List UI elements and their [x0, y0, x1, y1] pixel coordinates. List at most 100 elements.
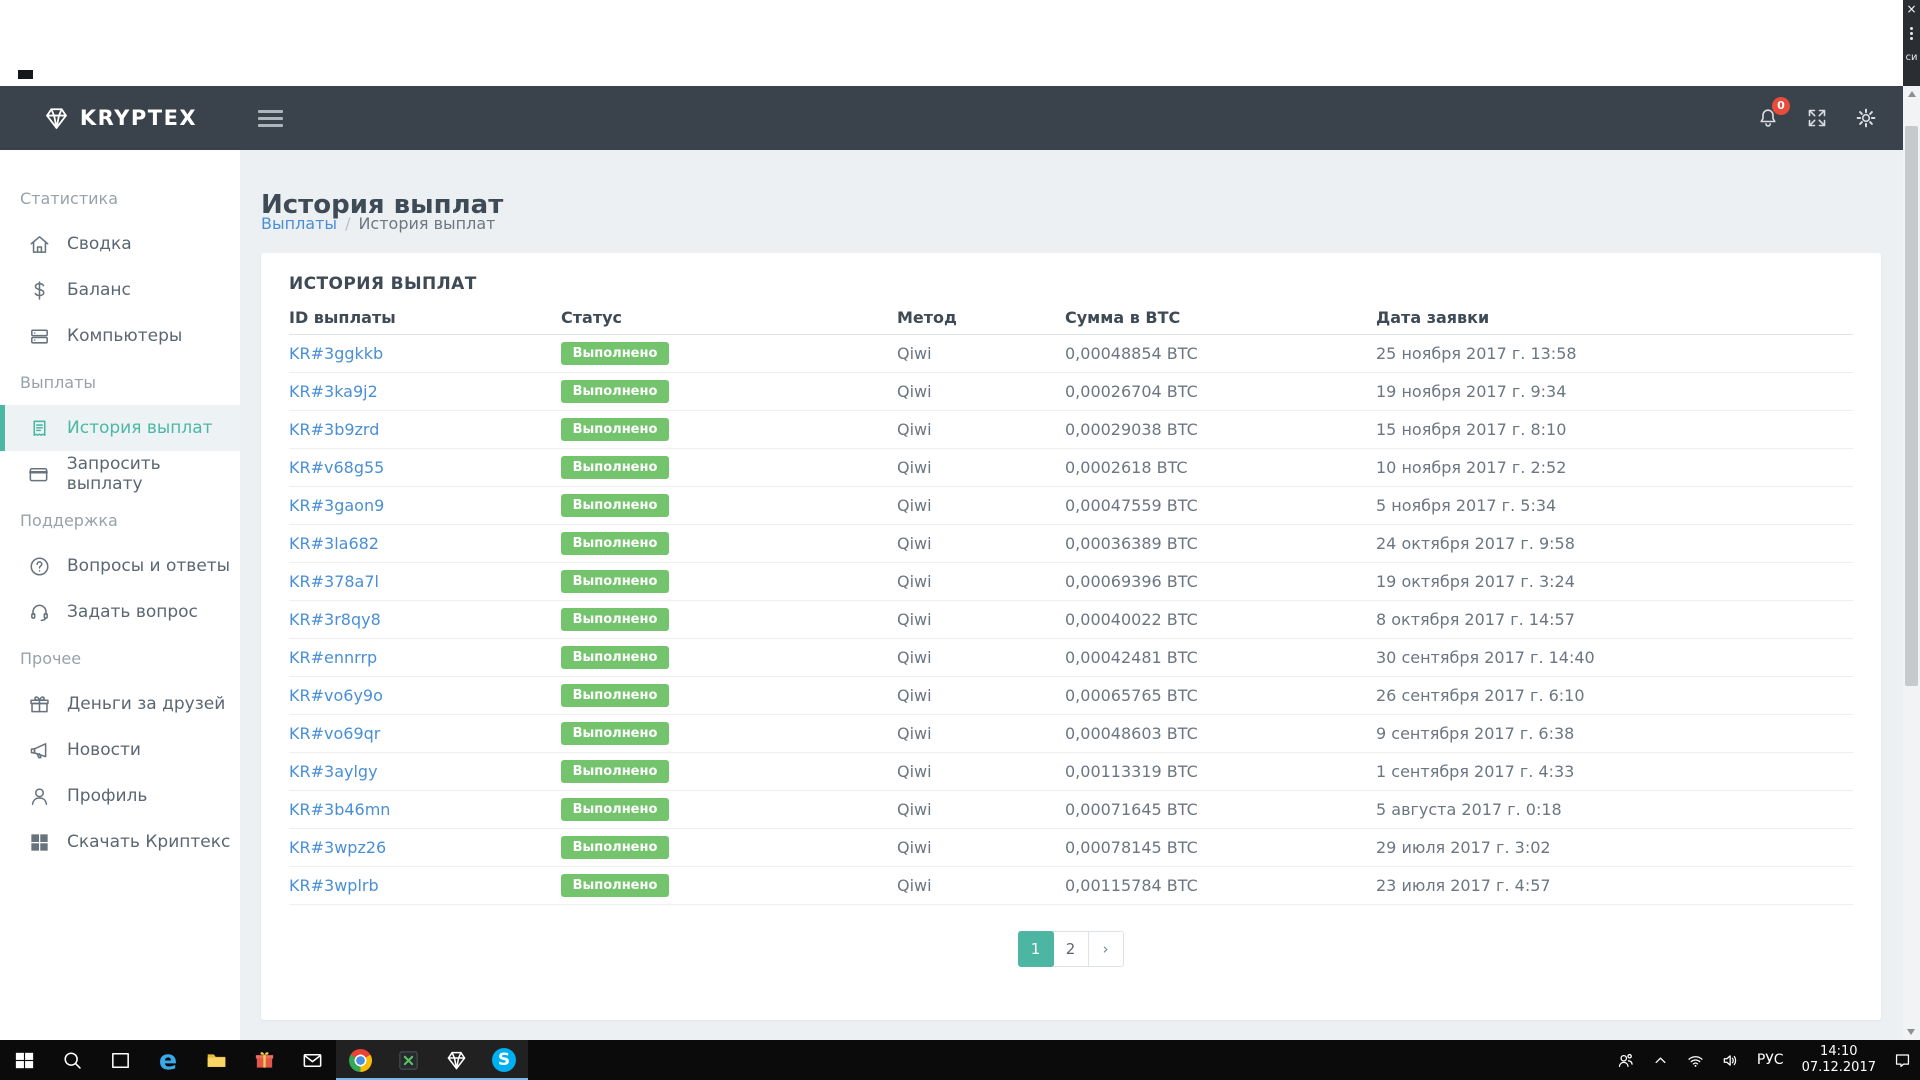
- payout-id-link[interactable]: KR#3gaon9: [289, 496, 384, 515]
- amount-cell: 0,00048854 BTC: [1065, 344, 1376, 363]
- kryptex-diamond-icon: [43, 105, 70, 132]
- method-cell: Qiwi: [897, 344, 1065, 363]
- pagination-page-1[interactable]: 1: [1018, 931, 1054, 967]
- action-center-button[interactable]: [1885, 1040, 1920, 1080]
- column-header-amount: Сумма в BTC: [1065, 308, 1376, 327]
- tray-volume-button[interactable]: [1713, 1040, 1748, 1080]
- payout-id-link[interactable]: KR#3b9zrd: [289, 420, 379, 439]
- vertical-scrollbar[interactable]: [1903, 86, 1920, 1040]
- payout-row: KR#3la682 Выполнено Qiwi 0,00036389 BTC …: [289, 525, 1853, 563]
- payout-row: KR#v68g55 Выполнено Qiwi 0,0002618 BTC 1…: [289, 449, 1853, 487]
- breadcrumb-payouts-link[interactable]: Выплаты: [261, 214, 337, 233]
- payout-id-link[interactable]: KR#vo69qr: [289, 724, 380, 743]
- home-icon: [27, 232, 51, 256]
- date-cell: 9 сентября 2017 г. 6:38: [1376, 724, 1853, 743]
- taskbar-edge-icon[interactable]: e: [144, 1040, 192, 1080]
- receipt-icon: [27, 416, 51, 440]
- scrollbar-thumb[interactable]: [1905, 126, 1918, 686]
- tray-network-button[interactable]: [1678, 1040, 1713, 1080]
- notification-badge: 0: [1772, 97, 1790, 115]
- payout-history-card: ИСТОРИЯ ВЫПЛАТ ID выплаты Статус Метод С…: [261, 253, 1881, 1020]
- payout-id-link[interactable]: KR#378a7l: [289, 572, 379, 591]
- payout-id-link[interactable]: KR#ennrrp: [289, 648, 377, 667]
- method-cell: Qiwi: [897, 496, 1065, 515]
- taskbar-clock[interactable]: 14:10 07.12.2017: [1793, 1040, 1885, 1080]
- clock-time: 14:10: [1820, 1044, 1857, 1060]
- date-cell: 24 октября 2017 г. 9:58: [1376, 534, 1853, 553]
- tray-show-hidden-button[interactable]: [1643, 1040, 1678, 1080]
- sidebar-item-faq[interactable]: Вопросы и ответы: [0, 543, 240, 589]
- amount-cell: 0,00029038 BTC: [1065, 420, 1376, 439]
- payout-id-link[interactable]: KR#v68g55: [289, 458, 384, 477]
- hamburger-menu-button[interactable]: [254, 102, 287, 135]
- payout-id-link[interactable]: KR#3wpz26: [289, 838, 386, 857]
- card-title: ИСТОРИЯ ВЫПЛАТ: [261, 253, 1881, 294]
- notifications-button[interactable]: 0: [1755, 105, 1781, 131]
- pagination-next-button[interactable]: ›: [1088, 931, 1124, 967]
- status-badge: Выполнено: [561, 836, 669, 859]
- payout-id-link[interactable]: KR#3ggkkb: [289, 344, 383, 363]
- expand-icon: [1805, 106, 1829, 130]
- payout-table: ID выплаты Статус Метод Сумма в BTC Дата…: [289, 300, 1853, 905]
- payout-id-link[interactable]: KR#3ka9j2: [289, 382, 378, 401]
- column-header-id: ID выплаты: [289, 308, 561, 327]
- scroll-up-icon[interactable]: [1908, 91, 1916, 97]
- amount-cell: 0,00078145 BTC: [1065, 838, 1376, 857]
- amount-cell: 0,0002618 BTC: [1065, 458, 1376, 477]
- column-header-status: Статус: [561, 308, 897, 327]
- payout-id-link[interactable]: KR#3la682: [289, 534, 379, 553]
- start-icon: [13, 1049, 36, 1072]
- fullscreen-button[interactable]: [1804, 105, 1830, 131]
- tray-people-button[interactable]: [1608, 1040, 1643, 1080]
- screen: × си KRYPTEX 0 Статис: [0, 0, 1920, 1080]
- status-badge: Выполнено: [561, 798, 669, 821]
- status-badge: Выполнено: [561, 684, 669, 707]
- brand-logo[interactable]: KRYPTEX: [0, 105, 240, 132]
- taskbar-store-icon[interactable]: [240, 1040, 288, 1080]
- wifi-icon: [1686, 1051, 1705, 1070]
- search-icon: [61, 1049, 84, 1072]
- status-badge: Выполнено: [561, 342, 669, 365]
- payout-id-link[interactable]: KR#3aylgy: [289, 762, 378, 781]
- payout-id-link[interactable]: KR#3b46mn: [289, 800, 390, 819]
- taskbar-file-explorer-icon[interactable]: [192, 1040, 240, 1080]
- sidebar-item-payout-history[interactable]: История выплат: [0, 405, 240, 451]
- menu-dots-icon[interactable]: [1910, 25, 1913, 42]
- sidebar-item-computers[interactable]: Компьютеры: [0, 313, 240, 359]
- sidebar-item-news[interactable]: Новости: [0, 727, 240, 773]
- taskbar-mail-icon[interactable]: [288, 1040, 336, 1080]
- taskbar-start-button[interactable]: [0, 1040, 48, 1080]
- date-cell: 23 июля 2017 г. 4:57: [1376, 876, 1853, 895]
- sidebar-item-request-payout[interactable]: Запросить выплату: [0, 451, 240, 497]
- taskbar-chrome-icon[interactable]: [336, 1040, 384, 1080]
- status-badge: Выполнено: [561, 494, 669, 517]
- gift-icon: [27, 692, 51, 716]
- sidebar-item-referral[interactable]: Деньги за друзей: [0, 681, 240, 727]
- browser-top-strip: × си: [0, 0, 1920, 86]
- pagination-page-2[interactable]: 2: [1053, 931, 1089, 967]
- sidebar-item-profile[interactable]: Профиль: [0, 773, 240, 819]
- scroll-down-icon[interactable]: [1907, 1029, 1915, 1035]
- sidebar-item-summary[interactable]: Сводка: [0, 221, 240, 267]
- gear-icon: [1854, 106, 1878, 130]
- taskbar-search-button[interactable]: [48, 1040, 96, 1080]
- payout-id-link[interactable]: KR#3wplrb: [289, 876, 379, 895]
- payout-row: KR#3r8qy8 Выполнено Qiwi 0,00040022 BTC …: [289, 601, 1853, 639]
- payout-id-link[interactable]: KR#vo6y9o: [289, 686, 383, 705]
- taskbar-app-icon[interactable]: [384, 1040, 432, 1080]
- close-icon[interactable]: ×: [1906, 3, 1916, 15]
- sidebar-item-download[interactable]: Скачать Криптекс: [0, 819, 240, 865]
- payout-row: KR#3gaon9 Выполнено Qiwi 0,00047559 BTC …: [289, 487, 1853, 525]
- taskbar-kryptex-icon[interactable]: [432, 1040, 480, 1080]
- main-content: История выплат Выплаты/История выплат ИС…: [240, 150, 1903, 1040]
- language-indicator[interactable]: РУС: [1748, 1040, 1793, 1080]
- tray-icons: [1608, 1040, 1748, 1080]
- settings-button[interactable]: [1853, 105, 1879, 131]
- method-cell: Qiwi: [897, 382, 1065, 401]
- payout-id-link[interactable]: KR#3r8qy8: [289, 610, 381, 629]
- sidebar-item-ask-question[interactable]: Задать вопрос: [0, 589, 240, 635]
- taskbar-skype-icon[interactable]: S: [480, 1040, 528, 1080]
- breadcrumb: Выплаты/История выплат: [261, 214, 495, 233]
- taskbar-task-view-button[interactable]: [96, 1040, 144, 1080]
- sidebar-item-balance[interactable]: Баланс: [0, 267, 240, 313]
